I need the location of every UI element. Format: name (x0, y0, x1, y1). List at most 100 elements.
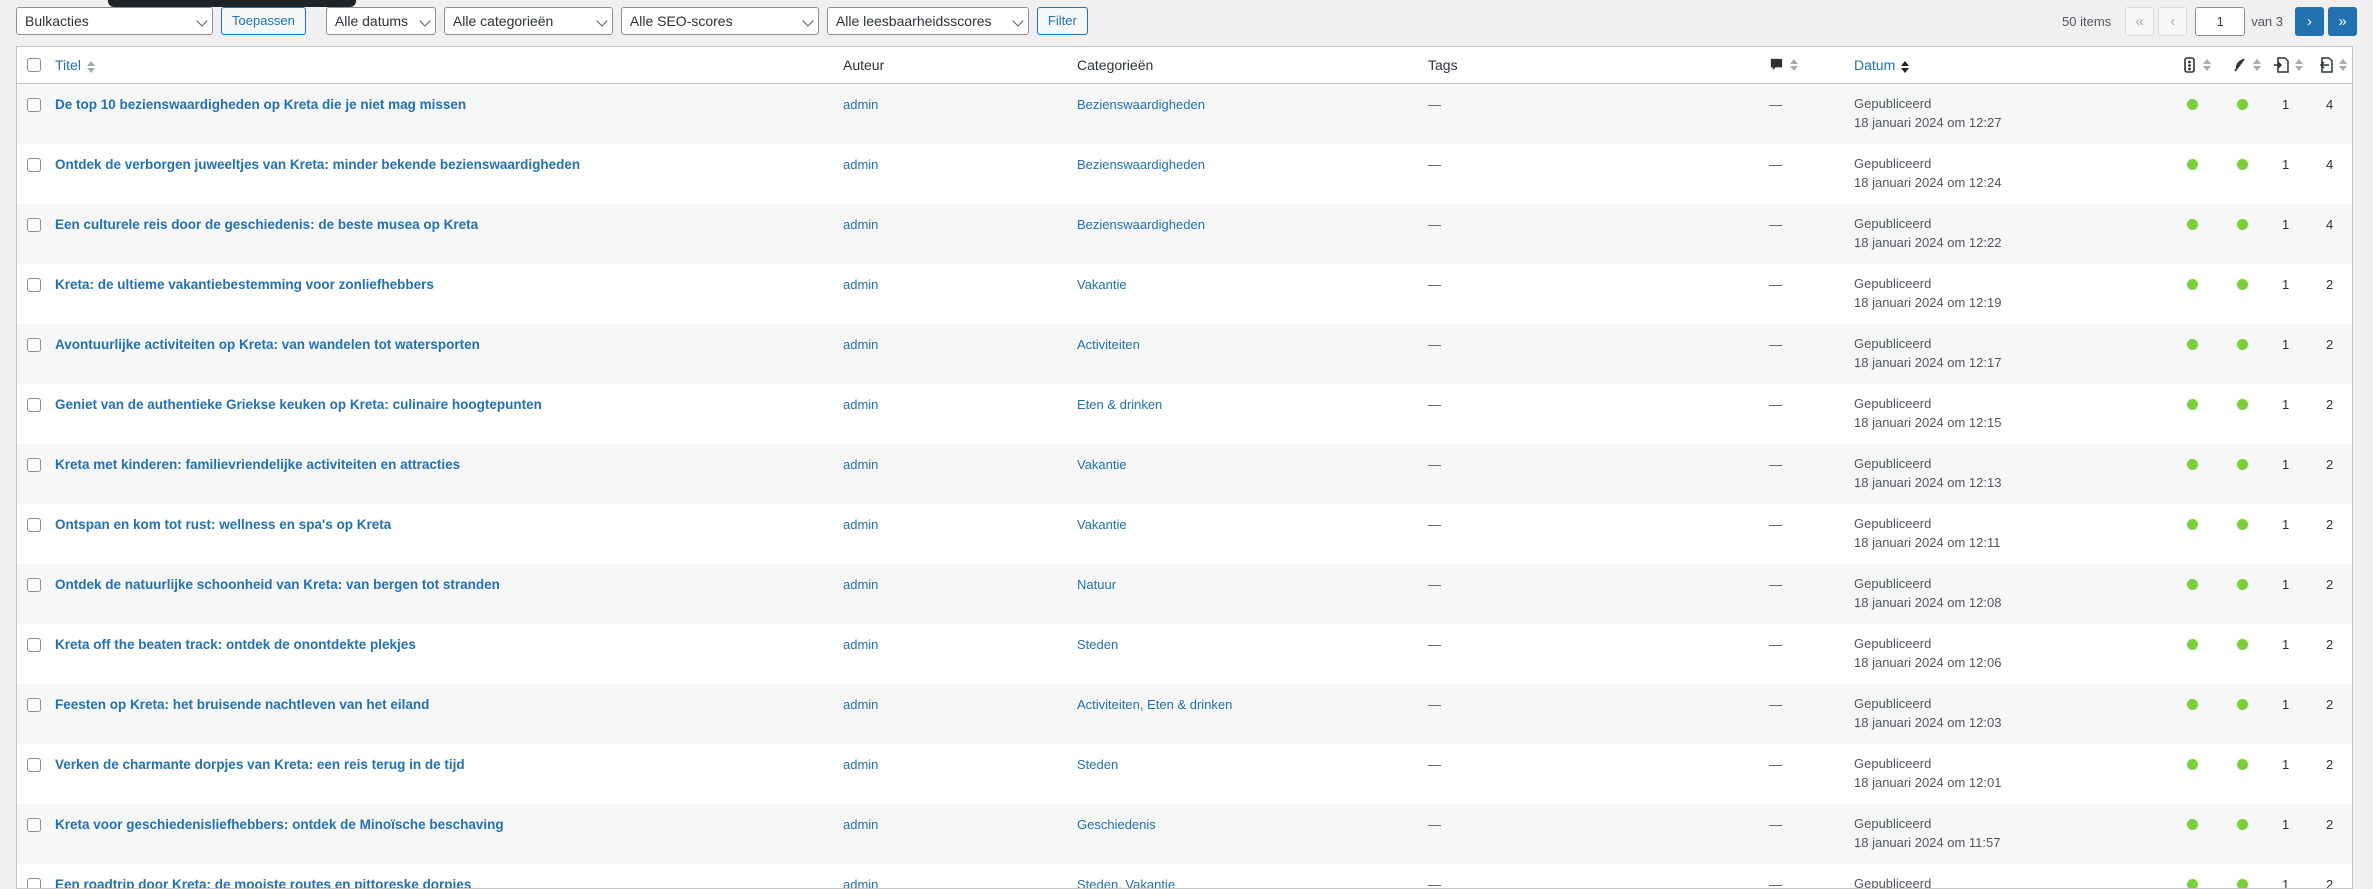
apply-button[interactable]: Toepassen (221, 7, 306, 35)
row-checkbox[interactable] (27, 218, 41, 232)
post-title-link[interactable]: Avontuurlijke activiteiten op Kreta: van… (55, 337, 480, 352)
readability-good-icon (2237, 159, 2248, 170)
category-link[interactable]: Bezienswaardigheden (1077, 217, 1205, 232)
row-checkbox[interactable] (27, 818, 41, 832)
category-link[interactable]: Natuur (1077, 577, 1116, 592)
outgoing-links-count: 1 (2282, 397, 2290, 412)
author-link[interactable]: admin (843, 637, 878, 652)
column-comments[interactable] (1769, 56, 1798, 72)
category-link[interactable]: Steden (1077, 637, 1118, 652)
column-author: Auteur (843, 57, 885, 73)
row-checkbox[interactable] (27, 458, 41, 472)
category-filter-select[interactable]: Alle categorieën (443, 7, 613, 35)
select-all-checkbox[interactable] (27, 58, 41, 72)
table-row: Feesten op Kreta: het bruisende nachtlev… (17, 684, 2352, 744)
category-link[interactable]: Bezienswaardigheden (1077, 157, 1205, 172)
sort-icon (1901, 60, 1910, 73)
outgoing-links-count: 1 (2282, 757, 2290, 772)
post-title-link[interactable]: Kreta met kinderen: familievriendelijke … (55, 457, 460, 472)
column-outgoing-links[interactable] (2273, 56, 2303, 73)
comments-value: — (1769, 97, 1782, 112)
row-checkbox[interactable] (27, 578, 41, 592)
author-link[interactable]: admin (843, 337, 878, 352)
author-link[interactable]: admin (843, 157, 878, 172)
post-status: Gepubliceerd (1854, 516, 1932, 531)
tags-value: — (1428, 517, 1441, 532)
author-link[interactable]: admin (843, 217, 878, 232)
filter-button[interactable]: Filter (1036, 7, 1088, 35)
post-status: Gepubliceerd (1854, 636, 1932, 651)
row-checkbox[interactable] (27, 158, 41, 172)
column-title[interactable]: Titel (55, 57, 95, 73)
bulk-actions-select[interactable]: Bulkacties (16, 7, 213, 35)
category-link[interactable]: Eten & drinken (1077, 397, 1162, 412)
category-link[interactable]: Activiteiten (1077, 337, 1140, 352)
post-title-link[interactable]: Ontdek de natuurlijke schoonheid van Kre… (55, 577, 500, 592)
row-checkbox[interactable] (27, 758, 41, 772)
author-link[interactable]: admin (843, 697, 878, 712)
row-checkbox[interactable] (27, 338, 41, 352)
incoming-links-count: 2 (2326, 397, 2334, 412)
post-title-link[interactable]: Kreta: de ultieme vakantiebestemming voo… (55, 277, 434, 292)
next-page-button[interactable]: › (2295, 6, 2324, 36)
category-link[interactable]: Bezienswaardigheden (1077, 97, 1205, 112)
outgoing-links-count: 1 (2282, 97, 2290, 112)
row-checkbox[interactable] (27, 98, 41, 112)
author-link[interactable]: admin (843, 757, 878, 772)
outgoing-links-count: 1 (2282, 577, 2290, 592)
author-link[interactable]: admin (843, 97, 878, 112)
table-row: Kreta voor geschiedenisliefhebbers: ontd… (17, 804, 2352, 864)
category-link[interactable]: Steden (1077, 757, 1118, 772)
row-checkbox[interactable] (27, 698, 41, 712)
category-link[interactable]: Vakantie (1077, 517, 1127, 532)
outgoing-links-count: 1 (2282, 337, 2290, 352)
column-readability[interactable] (2232, 56, 2261, 73)
table-row: Ontdek de natuurlijke schoonheid van Kre… (17, 564, 2352, 624)
author-link[interactable]: admin (843, 277, 878, 292)
outgoing-links-icon (2274, 56, 2289, 73)
author-link[interactable]: admin (843, 877, 878, 888)
category-link[interactable]: Steden, Vakantie (1077, 877, 1175, 888)
tags-value: — (1428, 277, 1441, 292)
post-title-link[interactable]: De top 10 bezienswaardigheden op Kreta d… (55, 97, 466, 112)
readability-good-icon (2237, 279, 2248, 290)
incoming-links-count: 2 (2326, 877, 2334, 889)
post-title-link[interactable]: Ontdek de verborgen juweeltjes van Kreta… (55, 157, 580, 172)
current-page-input[interactable]: 1 (2195, 6, 2246, 36)
last-page-button[interactable]: » (2328, 6, 2357, 36)
post-title-link[interactable]: Een roadtrip door Kreta: de mooiste rout… (55, 877, 471, 888)
incoming-links-count: 2 (2326, 817, 2334, 832)
row-checkbox[interactable] (27, 878, 41, 888)
comments-value: — (1769, 877, 1782, 889)
post-title-link[interactable]: Verken de charmante dorpjes van Kreta: e… (55, 757, 465, 772)
incoming-links-count: 4 (2326, 157, 2334, 172)
author-link[interactable]: admin (843, 517, 878, 532)
category-link[interactable]: Geschiedenis (1077, 817, 1156, 832)
post-status: Gepubliceerd (1854, 696, 1932, 711)
post-title-link[interactable]: Feesten op Kreta: het bruisende nachtlev… (55, 697, 429, 712)
row-checkbox[interactable] (27, 278, 41, 292)
row-checkbox[interactable] (27, 398, 41, 412)
post-title-link[interactable]: Kreta off the beaten track: ontdek de on… (55, 637, 416, 652)
author-link[interactable]: admin (843, 457, 878, 472)
seo-filter-select[interactable]: Alle SEO-scores (620, 7, 819, 35)
author-link[interactable]: admin (843, 817, 878, 832)
tags-value: — (1428, 397, 1441, 412)
column-seo-score[interactable] (2182, 56, 2211, 73)
post-title-link[interactable]: Een culturele reis door de geschiedenis:… (55, 217, 478, 232)
column-incoming-links[interactable] (2317, 56, 2347, 73)
author-link[interactable]: admin (843, 397, 878, 412)
tooltip-edge (108, 0, 356, 7)
post-title-link[interactable]: Geniet van de authentieke Griekse keuken… (55, 397, 542, 412)
column-date[interactable]: Datum (1854, 57, 1910, 73)
author-link[interactable]: admin (843, 577, 878, 592)
category-link[interactable]: Vakantie (1077, 277, 1127, 292)
category-link[interactable]: Activiteiten, Eten & drinken (1077, 697, 1232, 712)
category-link[interactable]: Vakantie (1077, 457, 1127, 472)
readability-filter-select[interactable]: Alle leesbaarheidsscores (826, 7, 1029, 35)
date-filter-select[interactable]: Alle datums (325, 7, 436, 35)
post-title-link[interactable]: Ontspan en kom tot rust: wellness en spa… (55, 517, 391, 532)
post-title-link[interactable]: Kreta voor geschiedenisliefhebbers: ontd… (55, 817, 504, 832)
row-checkbox[interactable] (27, 638, 41, 652)
row-checkbox[interactable] (27, 518, 41, 532)
